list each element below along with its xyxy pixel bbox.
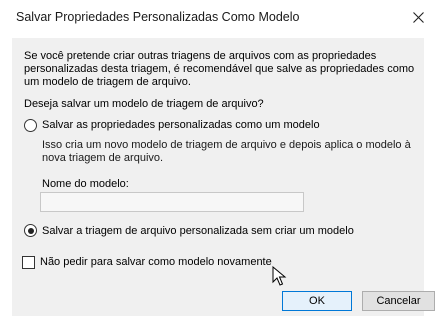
save-template-dialog: Salvar Propriedades Personalizadas Como … (0, 0, 436, 316)
question-text: Deseja salvar um modelo de triagem de ar… (24, 98, 264, 110)
save-template-radio[interactable] (24, 119, 37, 132)
ok-button[interactable]: OK (282, 291, 352, 311)
save-without-template-label[interactable]: Salvar a triagem de arquivo personalizad… (42, 225, 354, 237)
dialog-body: Se você pretende criar outras triagens d… (12, 38, 435, 316)
close-icon (412, 11, 424, 23)
dont-ask-label[interactable]: Não pedir para salvar como modelo novame… (40, 256, 272, 268)
description-text: Se você pretende criar outras triagens d… (24, 50, 415, 88)
save-template-description: Isso cria um novo modelo de triagem de a… (42, 139, 411, 164)
save-without-template-radio[interactable] (24, 224, 37, 237)
template-name-label: Nome do modelo: (42, 178, 129, 190)
title-bar: Salvar Propriedades Personalizadas Como … (0, 0, 436, 34)
dialog-title: Salvar Propriedades Personalizadas Como … (16, 10, 300, 24)
close-button[interactable] (404, 4, 432, 30)
dont-ask-checkbox[interactable] (22, 256, 35, 269)
template-name-input[interactable] (40, 192, 304, 212)
mouse-cursor (272, 266, 287, 286)
cancel-button[interactable]: Cancelar (362, 291, 435, 311)
save-template-label[interactable]: Salvar as propriedades personalizadas co… (42, 119, 320, 131)
